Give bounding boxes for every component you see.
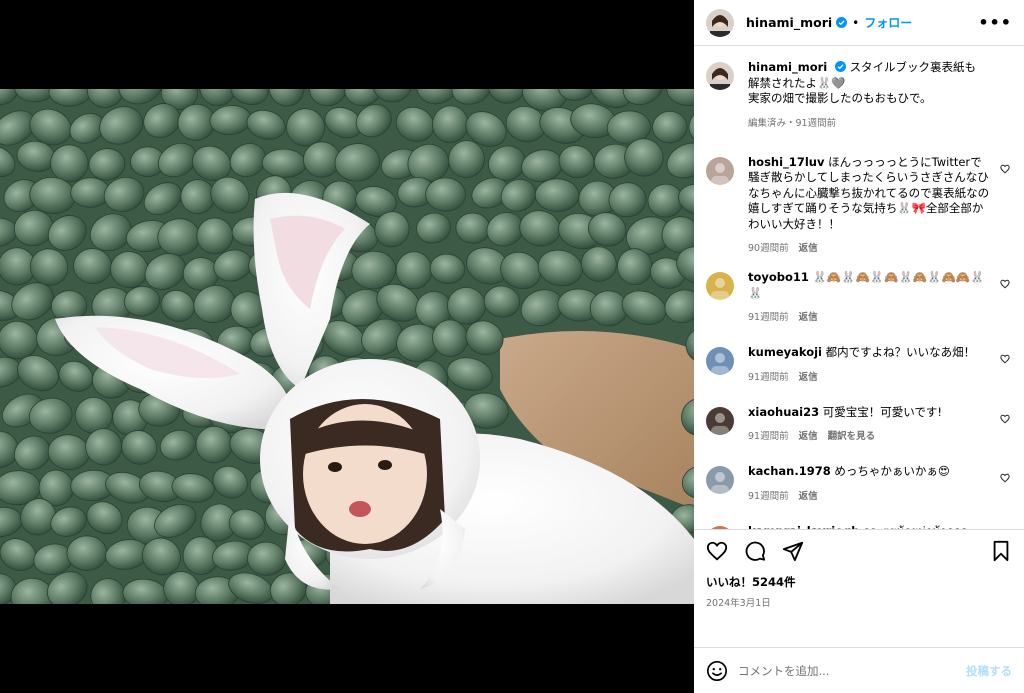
emoji-icon[interactable] <box>706 660 728 682</box>
follow-button[interactable]: フォロー <box>864 14 912 31</box>
leaf <box>534 178 580 212</box>
post-photo[interactable] <box>0 89 694 604</box>
leaf <box>195 425 233 464</box>
more-options-icon[interactable]: ••• <box>978 13 1012 32</box>
commenter-username[interactable]: kamprai_layriegh <box>748 524 859 530</box>
share-icon[interactable] <box>782 540 804 562</box>
comment-time[interactable]: 91週間前 <box>748 312 789 323</box>
commenter-username[interactable]: toyobo11 <box>748 270 809 284</box>
verified-badge-icon <box>836 17 848 28</box>
leaf <box>66 535 108 571</box>
caption: hinami_mori スタイルブック裏表紙も 解禁されたよ🐰🩶 実家の畑で撮影… <box>706 60 1010 129</box>
comment-composer: 投稿する <box>694 647 1024 693</box>
post-sidebar: hinami_mori • フォロー ••• hinami_mori スタイルブ… <box>694 0 1024 693</box>
commenter-avatar[interactable] <box>706 406 734 435</box>
reply-button[interactable]: 返信 <box>799 243 818 254</box>
comment-time[interactable]: 91週間前 <box>748 491 789 502</box>
translate-button[interactable]: 翻訳を見る <box>828 431 876 442</box>
comments-list[interactable]: hinami_mori スタイルブック裏表紙も 解禁されたよ🐰🩶 実家の畑で撮影… <box>694 46 1024 529</box>
reply-button[interactable]: 返信 <box>799 491 818 502</box>
comment-text: 可愛宝宝！可愛いです! <box>822 404 943 419</box>
comment-text: めっちゃかぁいかぁ😍 <box>834 464 950 478</box>
heart-icon[interactable] <box>706 540 728 562</box>
commenter-avatar[interactable] <box>706 156 734 185</box>
comment: kumeyakoji 都内ですよね？いいなあ畑！ 91週間前 返信 <box>706 345 1010 383</box>
leaf <box>302 141 341 178</box>
author-avatar[interactable] <box>706 8 734 37</box>
comment-text: 都内ですよね？いいなあ畑！ <box>825 345 976 359</box>
commenter-username[interactable]: xiaohuai23 <box>748 405 819 419</box>
comment-time[interactable]: 90週間前 <box>748 243 789 254</box>
heart-outline-icon[interactable] <box>1000 414 1010 424</box>
like-count[interactable]: いいね！5244件 <box>706 574 1012 590</box>
comment-time[interactable]: 91週間前 <box>748 372 789 383</box>
comment: xiaohuai23 可愛宝宝！可愛いです! 91週間前 返信 翻訳を見る <box>706 404 1010 442</box>
comment: kachan.1978 めっちゃかぁいかぁ😍 91週間前 返信 <box>706 464 1010 502</box>
post-header: hinami_mori • フォロー ••• <box>694 0 1024 46</box>
bookmark-icon[interactable] <box>990 540 1012 562</box>
comment: toyobo11 🐰🙈🐰🙈🐰🙈🐰🙈🐰🙈🙈🐰🐰 91週間前 返信 <box>706 270 1010 323</box>
reply-button[interactable]: 返信 <box>799 372 818 383</box>
comment-icon[interactable] <box>744 540 766 562</box>
comment-time[interactable]: 91週間前 <box>748 431 789 442</box>
post-actions: いいね！5244件 2024年3月1日 <box>694 529 1024 647</box>
bunny-costume-field-photo <box>0 89 694 604</box>
separator-dot: • <box>852 15 860 30</box>
commenter-avatar[interactable] <box>706 466 734 494</box>
heart-outline-icon[interactable] <box>1000 164 1010 174</box>
commenter-avatar[interactable] <box>706 525 734 529</box>
commenter-username[interactable]: kachan.1978 <box>748 464 831 478</box>
comment-input[interactable] <box>738 663 966 678</box>
post-comment-button[interactable]: 投稿する <box>966 663 1012 679</box>
heart-outline-icon[interactable] <box>1000 354 1010 364</box>
commenter-username[interactable]: kumeyakoji <box>748 345 822 359</box>
verified-badge-icon <box>834 61 846 72</box>
comment-text: กระตุยน้อยน่าน้ากกก <box>863 524 968 530</box>
commenter-avatar[interactable] <box>706 272 734 300</box>
commenter-avatar[interactable] <box>706 347 734 375</box>
comment-items: hoshi_17luv ほんっっっっとうにTwitterで騒ぎ散らかしてしまった… <box>706 155 1010 530</box>
commenter-username[interactable]: hoshi_17luv <box>748 155 824 169</box>
reply-button[interactable]: 返信 <box>799 312 818 323</box>
comment: hoshi_17luv ほんっっっっとうにTwitterで騒ぎ散らかしてしまった… <box>706 155 1010 254</box>
author-username[interactable]: hinami_mori <box>746 15 832 30</box>
comment: kamprai_layriegh กระตุยน้อยน่าน้ากกก 91週… <box>706 524 1010 530</box>
author-avatar[interactable] <box>706 62 734 90</box>
post-date[interactable]: 2024年3月1日 <box>706 595 1012 609</box>
post-media <box>0 0 694 693</box>
reply-button[interactable]: 返信 <box>799 431 818 442</box>
heart-outline-icon[interactable] <box>1000 473 1010 483</box>
heart-outline-icon[interactable] <box>1000 279 1010 289</box>
instagram-post-modal: hinami_mori • フォロー ••• hinami_mori スタイルブ… <box>0 0 1024 693</box>
caption-meta: 編集済み・91週間前 <box>748 117 837 129</box>
caption-username[interactable]: hinami_mori <box>748 60 827 74</box>
